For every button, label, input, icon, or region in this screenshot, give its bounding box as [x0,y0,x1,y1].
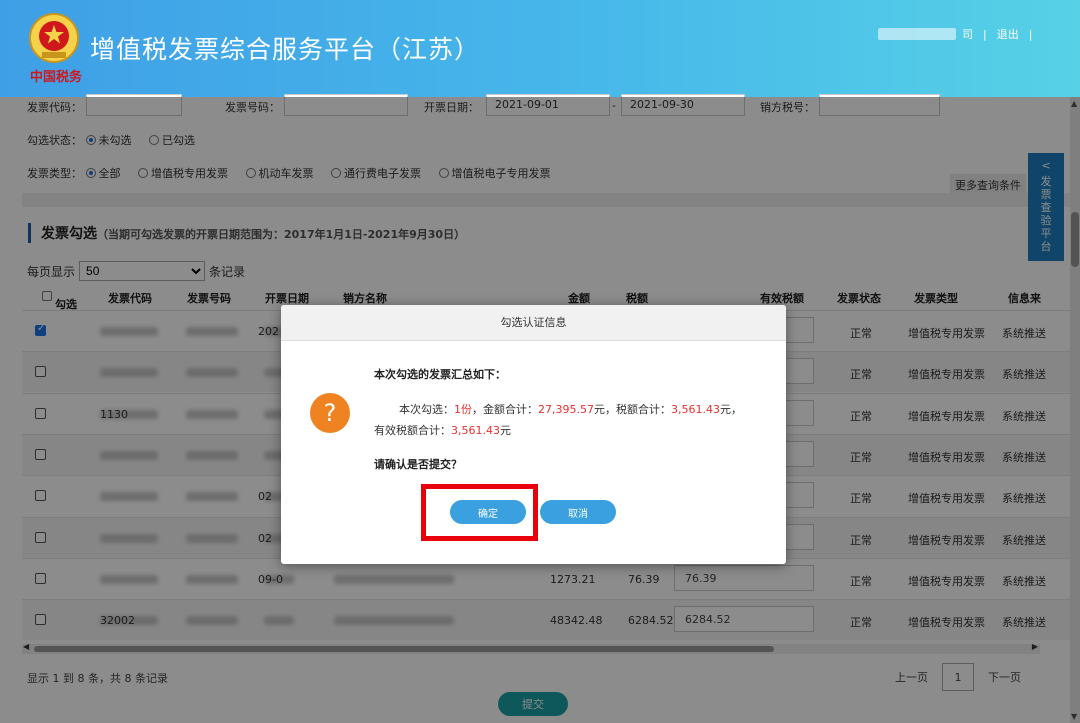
confirm-cancel-button[interactable]: 取消 [540,500,616,524]
highlight-annotation [421,484,538,541]
logo-text: 中国税务 [30,70,83,85]
total-amount: 27,395.57 [538,403,594,416]
dialog-title: 勾选认证信息 [281,305,786,341]
valid-tax-line: 有效税额合计：3,561.43元 [374,424,511,437]
total-tax: 3,561.43 [670,403,720,416]
summary-line: 本次勾选：1份，金额合计：27,395.57元，税额合计：3,561.43元， [399,403,742,416]
selected-count: 1份 [454,403,472,416]
user-area: 司 | 退出 | [878,26,1036,42]
total-valid-tax: 3,561.43 [451,424,500,437]
app-title: 增值税发票综合服务平台（江苏） [90,35,481,64]
logout-link[interactable]: 退出 [997,26,1019,42]
confirm-question: 请确认是否提交？ [374,458,462,471]
company-suffix: 司 [962,28,973,41]
company-name-masked [878,28,956,40]
summary-heading: 本次勾选的发票汇总如下： [374,368,506,381]
question-icon: ? [310,393,350,433]
app-header: 中国税务 增值税发票综合服务平台（江苏） 司 | 退出 | [0,0,1080,97]
tax-emblem-icon [29,13,79,63]
